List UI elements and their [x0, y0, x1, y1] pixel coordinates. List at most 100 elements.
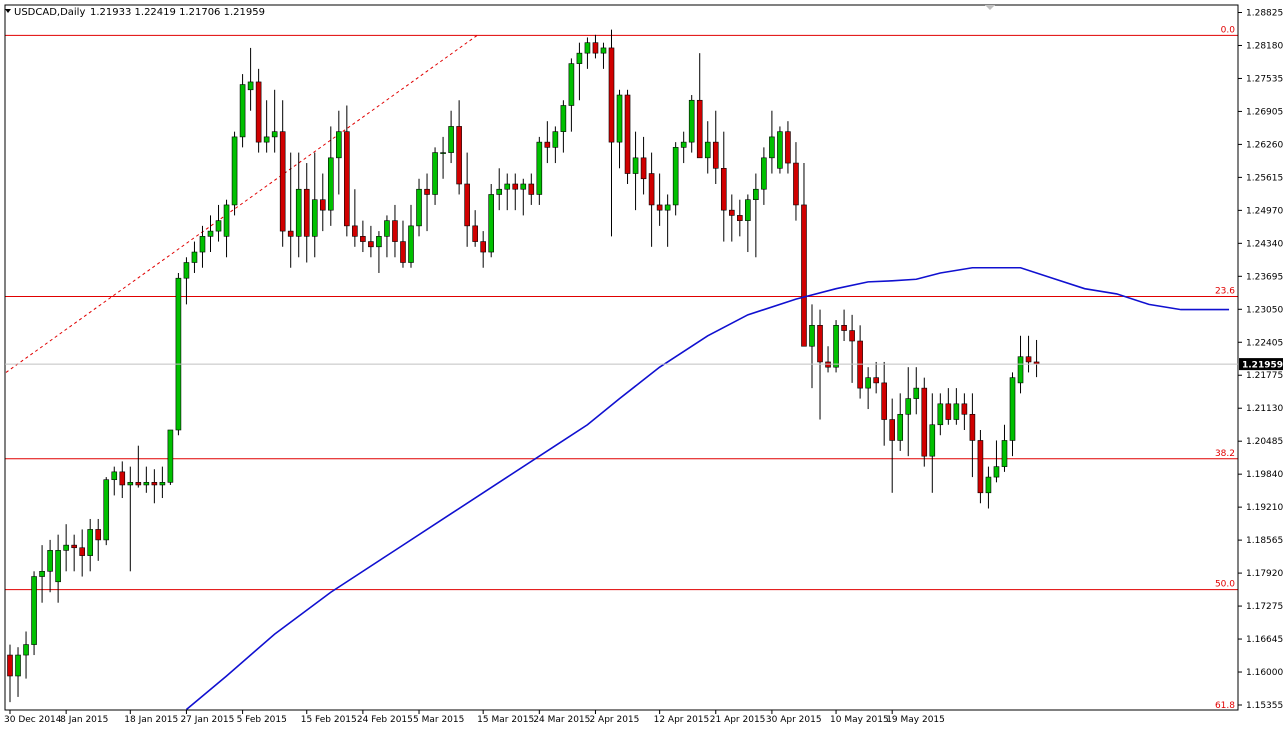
- candle-body: [87, 529, 93, 556]
- candle-body: [761, 157, 767, 190]
- candle: [977, 429, 984, 504]
- y-tick-label: 1.18565: [1246, 536, 1283, 546]
- y-tick-label: 1.20485: [1246, 437, 1283, 447]
- candle: [672, 142, 679, 216]
- candle-body: [632, 157, 639, 174]
- candle-body: [119, 471, 126, 486]
- candle-body: [215, 220, 222, 232]
- x-tick-label: 24 Mar 2015: [533, 715, 590, 725]
- candle-body: [600, 47, 607, 54]
- candle-body: [1001, 440, 1008, 467]
- candle-body: [408, 225, 414, 263]
- candle-body: [664, 204, 671, 211]
- candle-body: [616, 94, 623, 143]
- candle-body: [560, 105, 567, 132]
- candle-body: [199, 236, 206, 253]
- y-tick-label: 1.24340: [1246, 239, 1283, 249]
- candle-body: [841, 325, 847, 331]
- candle-body: [512, 183, 519, 190]
- candle-body: [552, 131, 559, 148]
- candle-body: [680, 141, 687, 148]
- candle-body: [1009, 377, 1016, 441]
- candle-body: [913, 387, 920, 399]
- candle-body: [929, 424, 936, 457]
- candle-body: [311, 199, 318, 237]
- x-tick-label: 19 May 2015: [886, 715, 945, 725]
- candle-body: [568, 63, 575, 106]
- fib-level-label: 50.0: [1215, 580, 1235, 590]
- fib-level-label: 23.6: [1215, 287, 1235, 297]
- candle: [921, 377, 928, 467]
- y-tick-label: 1.25615: [1246, 173, 1283, 183]
- candle-body: [921, 387, 928, 457]
- candle-body: [279, 131, 286, 232]
- candle-body: [945, 403, 952, 420]
- x-tick-label: 15 Feb 2015: [301, 715, 357, 725]
- candle-body: [881, 382, 887, 420]
- candle-body: [95, 529, 102, 541]
- candle-body: [504, 183, 511, 190]
- candle-body: [368, 241, 374, 248]
- candle-body: [400, 241, 406, 263]
- ohlc-label: 1.21933 1.22419 1.21706 1.21959: [90, 7, 265, 18]
- candle-body: [111, 471, 118, 481]
- candle-body: [544, 141, 551, 148]
- candle-body: [480, 241, 486, 253]
- candle-body: [464, 183, 470, 227]
- candle-body: [688, 99, 695, 143]
- y-tick-label: 1.23050: [1246, 305, 1283, 315]
- candle-body: [753, 188, 759, 200]
- candle-body: [295, 188, 302, 237]
- candle-body: [344, 131, 350, 227]
- candle-body: [737, 215, 743, 221]
- fib-level-label: 0.0: [1221, 25, 1236, 35]
- candle-body: [648, 173, 655, 206]
- y-tick-label: 1.16000: [1246, 668, 1283, 678]
- candle-body: [1025, 356, 1032, 363]
- candle: [536, 136, 543, 205]
- candle-body: [448, 126, 454, 153]
- candle: [175, 272, 182, 436]
- candle-body: [865, 377, 871, 389]
- x-tick-label: 27 Jan 2015: [180, 715, 234, 725]
- y-tick-label: 1.28180: [1246, 41, 1283, 51]
- candle-body: [31, 576, 37, 645]
- current-price-label: 1.21959: [1242, 361, 1283, 371]
- candle-body: [640, 157, 647, 180]
- candle-body: [536, 141, 543, 195]
- symbol-label: USDCAD,Daily: [14, 7, 85, 18]
- candle-body: [472, 225, 478, 242]
- candle-body: [769, 136, 775, 159]
- candle-body: [985, 476, 992, 494]
- y-tick-label: 1.16645: [1246, 635, 1283, 645]
- candle-body: [159, 482, 166, 486]
- candle-body: [207, 230, 214, 237]
- candle: [167, 429, 174, 485]
- candle-body: [456, 126, 462, 185]
- candle-body: [488, 194, 495, 253]
- candle-body: [809, 325, 815, 347]
- candle-body: [376, 236, 382, 248]
- x-tick-label: 8 Jan 2015: [60, 715, 108, 725]
- y-tick-label: 1.24970: [1246, 206, 1283, 216]
- candle-body: [39, 571, 45, 577]
- candle-body: [247, 81, 254, 91]
- candle-body: [319, 199, 326, 211]
- candle-body: [745, 199, 751, 221]
- candle-body: [833, 325, 839, 368]
- candle-body: [167, 429, 174, 483]
- candle-body: [79, 547, 85, 556]
- candle-body: [271, 131, 278, 138]
- x-tick-label: 30 Dec 2014: [4, 715, 62, 725]
- candle-body: [231, 136, 238, 206]
- chart-canvas: 0.023.638.250.061.8 1.288251.281801.2753…: [0, 0, 1284, 729]
- candle-body: [352, 225, 358, 237]
- candle-body: [817, 325, 823, 363]
- y-tick-label: 1.28825: [1246, 9, 1283, 19]
- candle-body: [889, 419, 896, 441]
- candle-body: [239, 84, 246, 138]
- candle-body: [151, 482, 158, 486]
- candle-body: [576, 52, 583, 64]
- x-tick-label: 24 Feb 2015: [357, 715, 413, 725]
- candle-body: [704, 141, 711, 159]
